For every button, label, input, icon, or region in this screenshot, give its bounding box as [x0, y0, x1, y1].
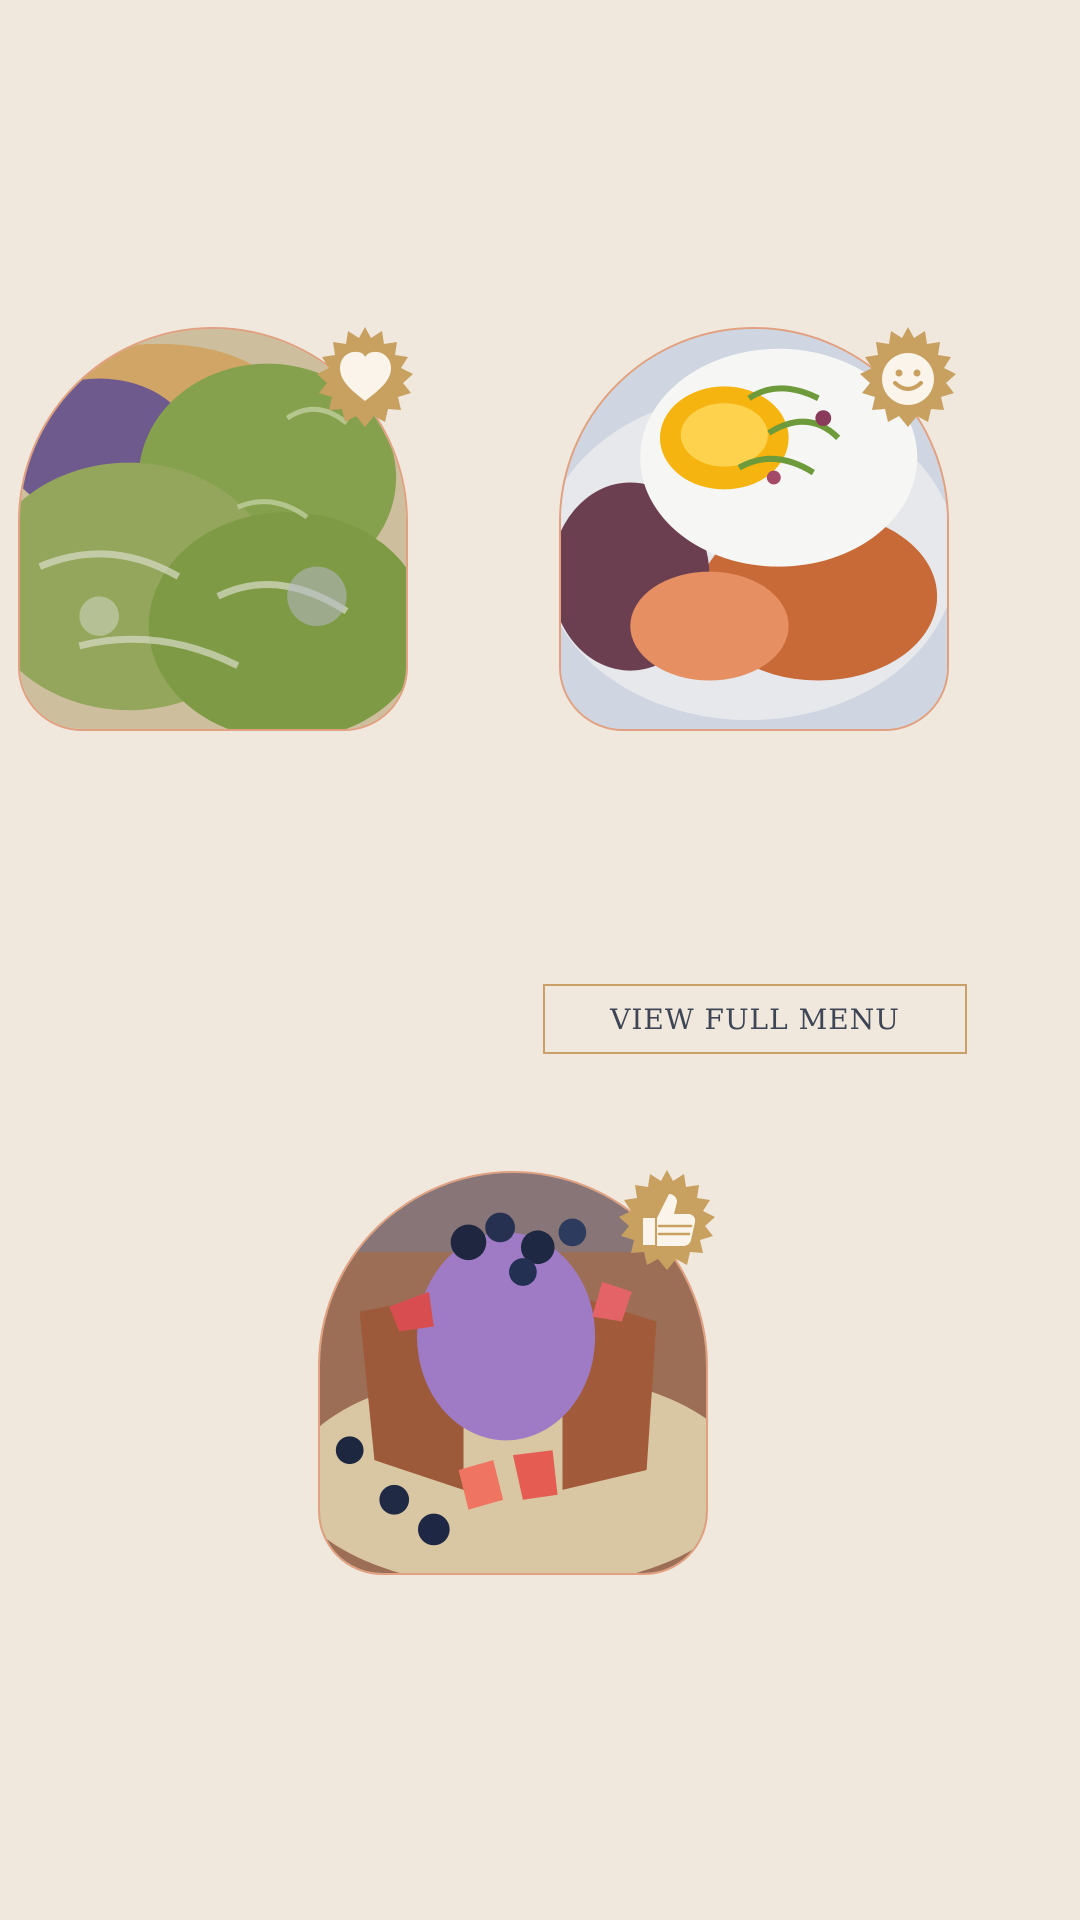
view-full-menu-button[interactable]: VIEW FULL MENU: [543, 984, 967, 1054]
thumbs-up-icon: [619, 1170, 715, 1270]
smiley-badge: [852, 323, 964, 435]
heart-icon: [317, 327, 413, 427]
heart-badge: [309, 323, 421, 435]
thumbs-up-badge: [611, 1166, 723, 1278]
smiley-face-icon: [860, 327, 956, 427]
